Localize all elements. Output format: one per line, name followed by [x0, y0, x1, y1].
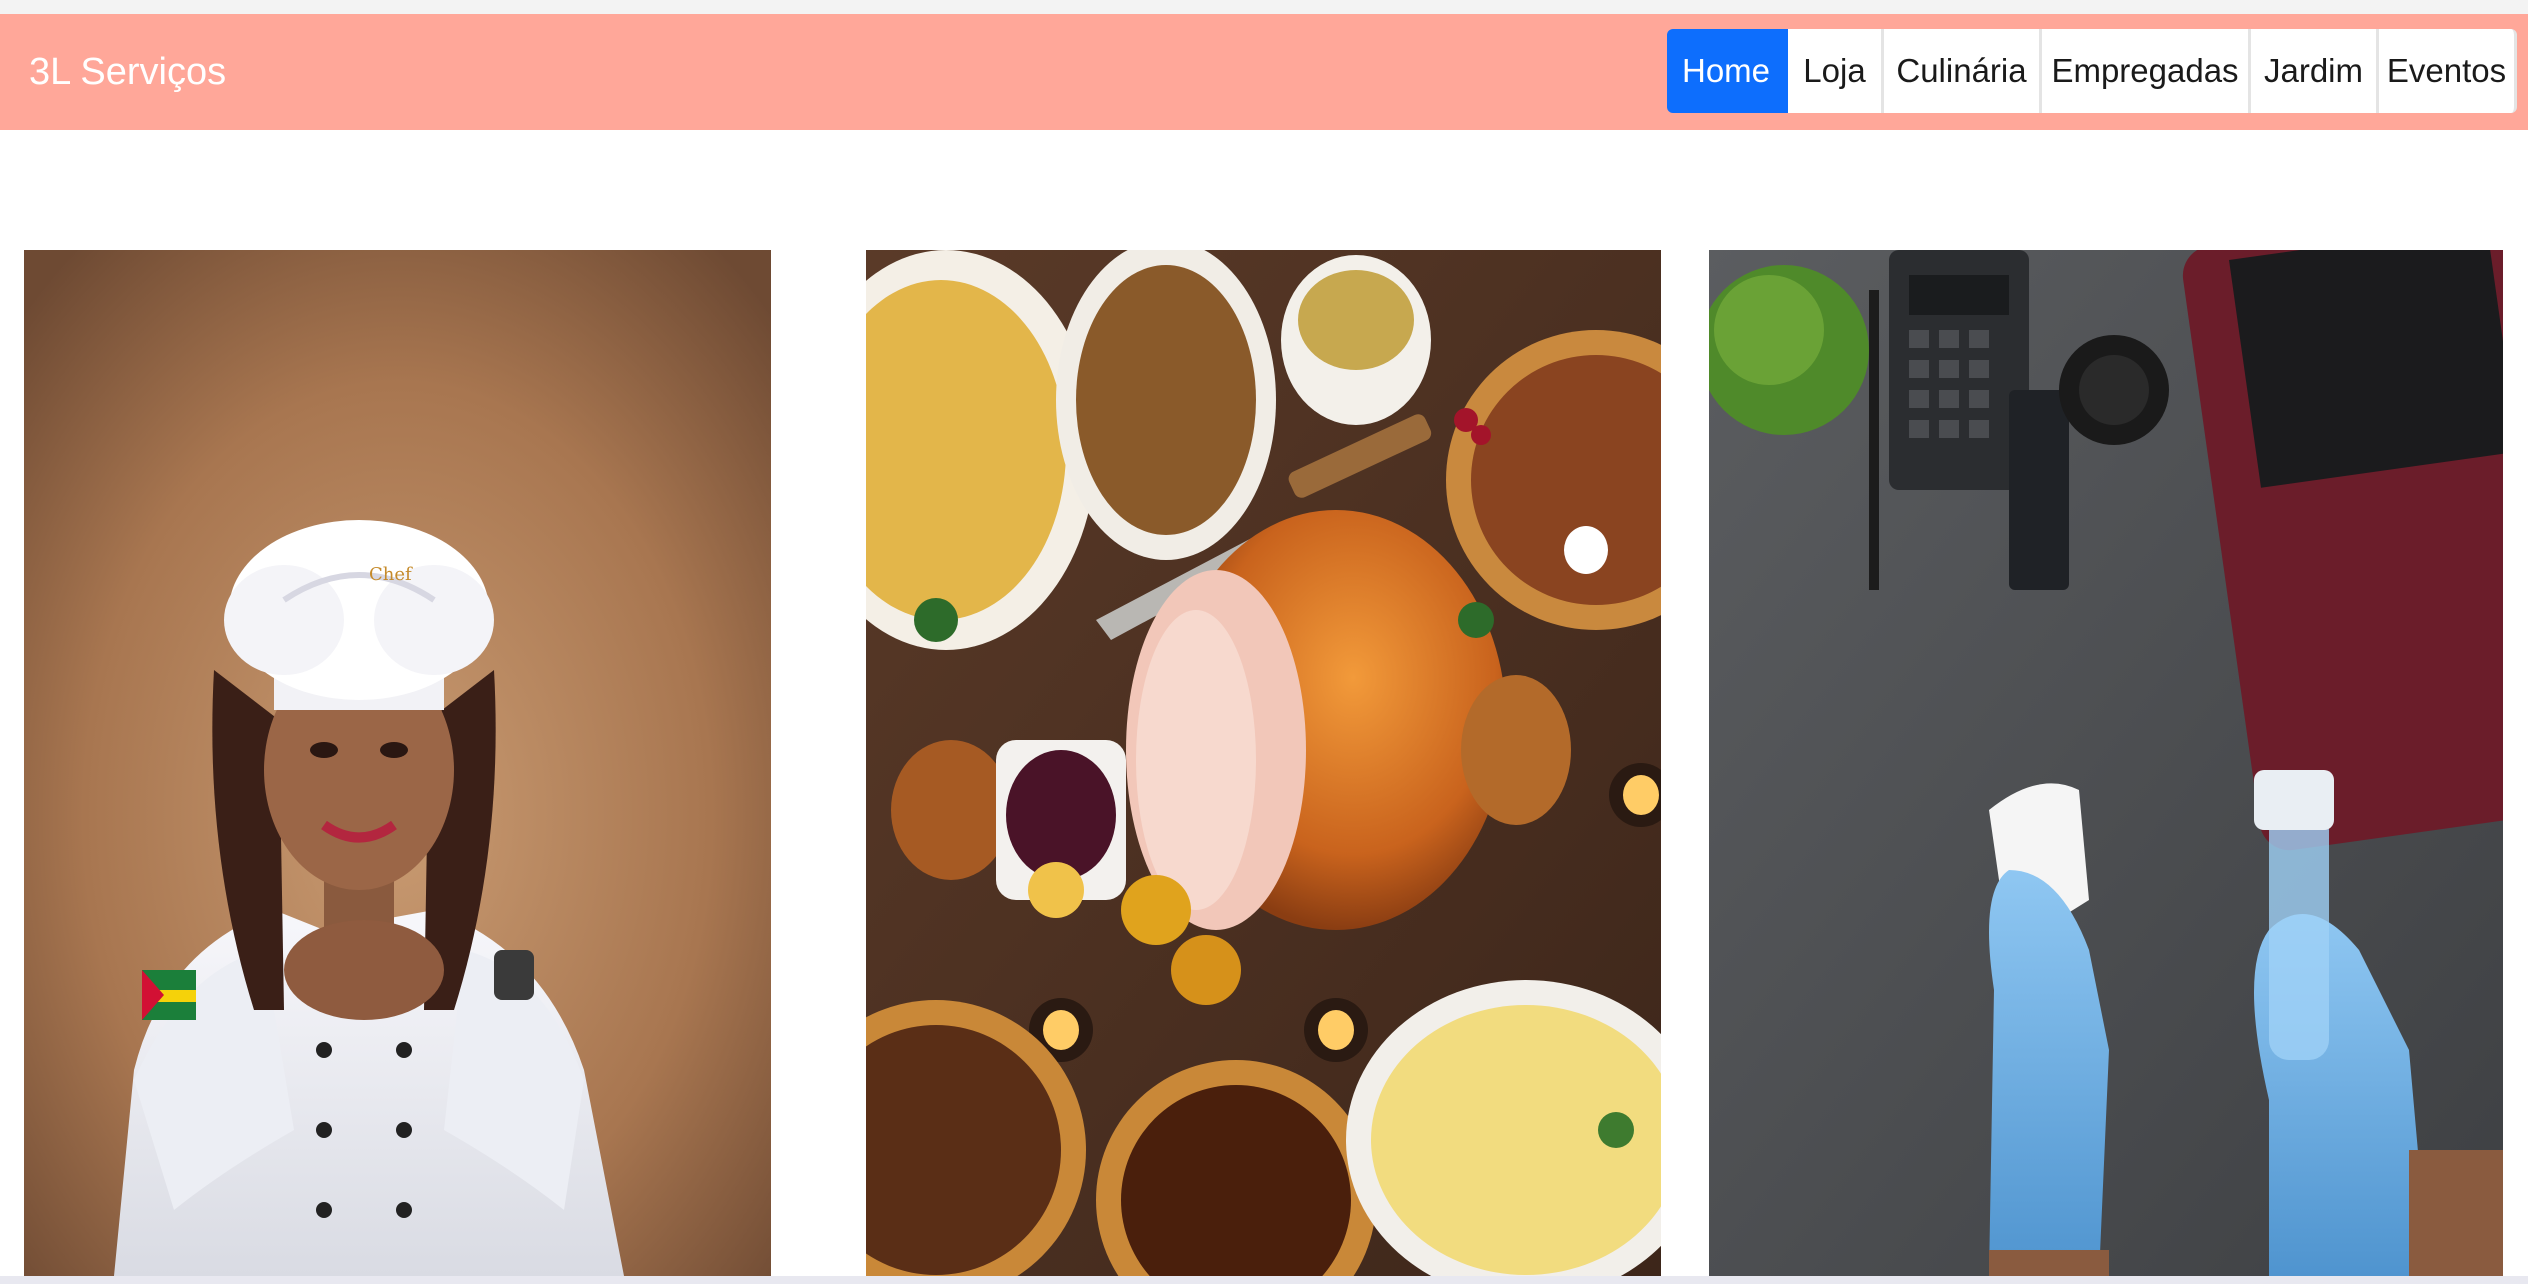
holiday-feast-image	[866, 250, 1661, 1276]
chef-portrait-image: Chef	[24, 250, 771, 1276]
page: 3L Serviços Home Loja Culinária Empregad…	[0, 0, 2528, 1284]
cleaning-desk-image	[1709, 250, 2503, 1276]
svg-text:Chef: Chef	[369, 564, 413, 585]
bottom-border	[0, 1276, 2528, 1284]
browser-top-strip	[0, 0, 2528, 14]
nav-item-culinaria[interactable]: Culinária	[1884, 29, 2042, 113]
nav-item-jardim[interactable]: Jardim	[2251, 29, 2379, 113]
nav-menu: Home Loja Culinária Empregadas Jardim Ev…	[1667, 29, 2517, 113]
nav-item-loja[interactable]: Loja	[1788, 29, 1884, 113]
nav-item-empregadas[interactable]: Empregadas	[2042, 29, 2251, 113]
nav-item-eventos[interactable]: Eventos	[2379, 29, 2517, 113]
nav-item-home[interactable]: Home	[1667, 29, 1788, 113]
brand-link[interactable]: 3L Serviços	[29, 14, 226, 130]
